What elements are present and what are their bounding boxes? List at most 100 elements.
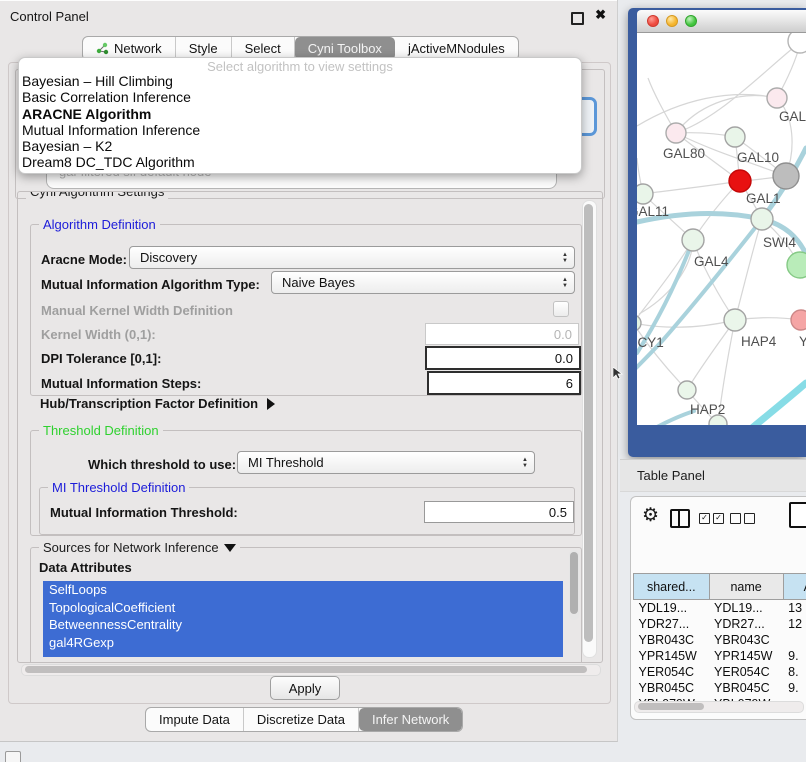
deselect-all-icon[interactable]	[730, 513, 755, 524]
column-header-3[interactable]: A	[783, 574, 806, 600]
network-node-gal10[interactable]	[725, 127, 745, 147]
table-cell: YER054C	[634, 664, 710, 680]
network-node-label: GAL80	[663, 146, 705, 161]
network-node-gal80[interactable]	[666, 123, 686, 143]
kernel-width-field[interactable]: 0.0	[425, 323, 579, 345]
column-header-1[interactable]: shared...	[634, 574, 710, 600]
popup-item[interactable]: Bayesian – Hill Climbing	[22, 73, 578, 89]
checked-box-icon: ✓	[713, 513, 724, 524]
popup-item[interactable]: Dream8 DC_TDC Algorithm	[22, 154, 578, 170]
network-canvas[interactable]: GALGAL80GAL10GAL1GAL11SWI4GAL4GCY1HAP4YH…	[637, 33, 806, 425]
scrollbar-thumb[interactable]	[638, 703, 704, 710]
data-attributes-list[interactable]: SelfLoopsTopologicalCoefficientBetweenne…	[43, 581, 563, 657]
close-icon[interactable]: ✖	[595, 7, 606, 23]
manual-kernel-checkbox[interactable]	[553, 301, 569, 317]
dpi-tolerance-field[interactable]: 0.0	[425, 346, 581, 370]
tab-impute-data[interactable]: Impute Data	[146, 708, 244, 731]
network-node-gal4[interactable]	[682, 229, 704, 251]
table-row[interactable]: YBR043CYBR043C	[634, 632, 806, 648]
mi-threshold-group-title: MI Threshold Definition	[48, 480, 189, 495]
table-row[interactable]: YER054CYER054C8.	[634, 664, 806, 680]
mi-type-value: Naive Bayes	[282, 275, 355, 290]
attribute-list-item[interactable]: gal4RGexp	[43, 634, 563, 652]
network-node-gal1[interactable]	[729, 170, 751, 192]
table-panel-titlebar: Table Panel	[620, 459, 806, 492]
network-edge-highlighted	[637, 411, 694, 425]
network-node-hap2[interactable]	[678, 381, 696, 399]
table-cell: YBR045C	[634, 680, 710, 696]
table-scroll-area: shared...nameA YDL19...YDL19...13YDR27..…	[631, 535, 806, 701]
popup-placeholder: Select algorithm to view settings	[19, 59, 581, 74]
expand-right-arrow-icon[interactable]	[267, 398, 275, 410]
network-node-label: HAP2	[690, 402, 725, 417]
table-row[interactable]: YDL19...YDL19...13	[634, 600, 806, 617]
unchecked-box-icon	[744, 513, 755, 524]
attribute-list-item[interactable]: TopologicalCoefficient	[43, 599, 563, 617]
network-node-label: HAP4	[741, 334, 777, 349]
hub-definition-row[interactable]: Hub/Transcription Factor Definition	[40, 396, 275, 411]
table-cell	[783, 632, 806, 648]
network-node-label: Y	[799, 334, 806, 349]
collapsed-panel-icon[interactable]	[5, 751, 21, 762]
table-cell: YPR145W	[634, 648, 710, 664]
stepper-arrows-icon: ▲▼	[562, 247, 568, 268]
network-window-titlebar[interactable]	[637, 10, 806, 33]
collapse-down-arrow-icon[interactable]	[224, 544, 236, 552]
close-light-icon[interactable]	[647, 15, 659, 27]
sources-group-title: Sources for Network Inference	[39, 540, 240, 555]
mi-type-combo[interactable]: Naive Bayes ▲▼	[271, 271, 575, 294]
tab-label: Cyni Toolbox	[308, 41, 382, 56]
popup-item[interactable]: Bayesian – K2	[22, 138, 578, 154]
table-row[interactable]: YDR27...YDR27...12	[634, 616, 806, 632]
settings-horizontal-scrollbar[interactable]	[21, 664, 601, 676]
attributes-scrollbar[interactable]	[569, 550, 579, 620]
network-view-window[interactable]: GALGAL80GAL10GAL1GAL11SWI4GAL4GCY1HAP4YH…	[628, 8, 806, 457]
mi-threshold-field[interactable]: 0.5	[424, 501, 574, 523]
table-row[interactable]: YBR045CYBR045C9.	[634, 680, 806, 696]
select-all-icon[interactable]: ✓ ✓	[699, 513, 724, 524]
dpi-tolerance-value: 0.0	[555, 351, 573, 366]
gear-icon[interactable]: ⚙	[642, 504, 659, 527]
table-row[interactable]: YPR145WYPR145W9.	[634, 648, 806, 664]
document-icon[interactable]	[789, 502, 806, 528]
mi-steps-field[interactable]: 6	[427, 371, 581, 395]
settings-vertical-scrollbar[interactable]	[582, 200, 597, 658]
float-window-icon[interactable]	[571, 12, 584, 25]
column-header-2[interactable]: name	[709, 574, 783, 600]
network-node-y[interactable]	[791, 310, 806, 330]
split-columns-icon[interactable]	[670, 509, 690, 528]
network-node-hap4[interactable]	[724, 309, 746, 331]
network-node-gal11[interactable]	[637, 184, 653, 204]
checked-box-icon: ✓	[699, 513, 710, 524]
mouse-cursor	[613, 367, 624, 380]
popup-item[interactable]: ARACNE Algorithm	[22, 106, 578, 122]
network-node[interactable]	[773, 163, 799, 189]
network-node-gal[interactable]	[767, 88, 787, 108]
attribute-list-item[interactable]: BetweennessCentrality	[43, 616, 563, 634]
tab-infer-network[interactable]: Infer Network	[359, 708, 462, 731]
network-node-gcy1[interactable]	[637, 315, 641, 331]
aracne-mode-combo[interactable]: Discovery ▲▼	[129, 246, 575, 269]
tab-label: jActiveMNodules	[408, 41, 505, 56]
manual-kernel-label: Manual Kernel Width Definition	[41, 303, 233, 318]
table-cell: 13	[783, 600, 806, 617]
network-edge-highlighted	[746, 383, 806, 425]
network-node-swi4[interactable]	[751, 208, 773, 230]
minimize-light-icon[interactable]	[666, 15, 678, 27]
tab-discretize-data[interactable]: Discretize Data	[244, 708, 359, 731]
zoom-light-icon[interactable]	[685, 15, 697, 27]
attribute-list-item[interactable]: SelfLoops	[43, 581, 563, 599]
node-attribute-table[interactable]: shared...nameA YDL19...YDL19...13YDR27..…	[633, 573, 806, 701]
kernel-width-label: Kernel Width (0,1):	[41, 327, 156, 342]
scrollbar-thumb[interactable]	[25, 666, 587, 673]
table-horizontal-scrollbar[interactable]	[634, 701, 804, 713]
scrollbar-thumb[interactable]	[570, 552, 578, 614]
scrollbar-thumb[interactable]	[584, 204, 593, 642]
table-cell: YDL19...	[709, 600, 783, 617]
apply-button[interactable]: Apply	[270, 676, 340, 700]
table-cell: YDR27...	[709, 616, 783, 632]
popup-item[interactable]: Basic Correlation Inference	[22, 89, 578, 105]
popup-item[interactable]: Mutual Information Inference	[22, 122, 578, 138]
network-node[interactable]	[787, 252, 806, 278]
which-threshold-combo[interactable]: MI Threshold ▲▼	[237, 451, 535, 474]
